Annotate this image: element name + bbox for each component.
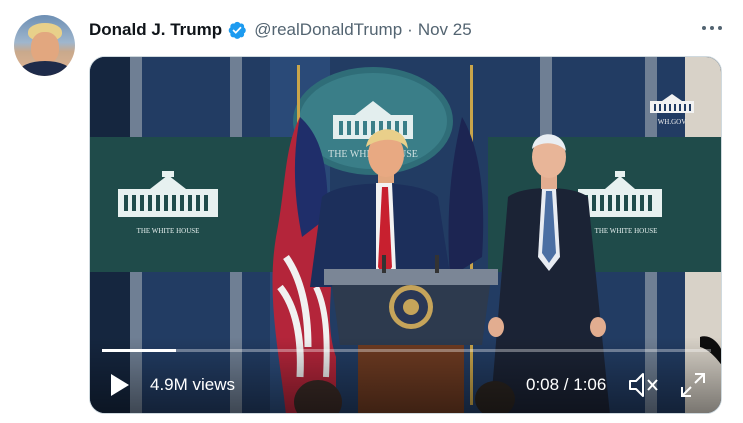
- play-icon[interactable]: [104, 370, 134, 400]
- panel-right-text: THE WHITE HOUSE: [595, 227, 658, 235]
- more-options-icon[interactable]: [697, 16, 727, 40]
- avatar-face: [31, 32, 59, 64]
- tweet-card: Donald J. Trump @realDonaldTrump · Nov 2…: [0, 0, 743, 423]
- header-separator: ·: [407, 20, 413, 39]
- panel-left-text: THE WHITE HOUSE: [137, 227, 200, 235]
- user-handle[interactable]: @realDonaldTrump: [254, 20, 402, 40]
- fullscreen-icon[interactable]: [678, 370, 708, 400]
- verified-badge-icon: [227, 20, 247, 40]
- muted-speaker-icon[interactable]: [626, 370, 660, 400]
- video-player[interactable]: THE WHITE HOUSE THE WHITE HOUSE THE WHIT…: [89, 56, 722, 414]
- avatar-suit: [18, 61, 72, 76]
- display-name[interactable]: Donald J. Trump: [89, 20, 222, 40]
- progress-fill: [102, 349, 176, 352]
- tweet-date[interactable]: Nov 25: [418, 20, 472, 40]
- avatar[interactable]: [14, 15, 75, 76]
- watermark-text: WH.GOV: [658, 118, 687, 126]
- tweet-header: Donald J. Trump @realDonaldTrump · Nov 2…: [89, 18, 472, 42]
- progress-bar[interactable]: [102, 349, 711, 352]
- video-controls: 4.9M views 0:08 / 1:06: [90, 337, 721, 413]
- view-count: 4.9M views: [150, 375, 236, 394]
- video-time: 0:08 / 1:06: [526, 375, 607, 394]
